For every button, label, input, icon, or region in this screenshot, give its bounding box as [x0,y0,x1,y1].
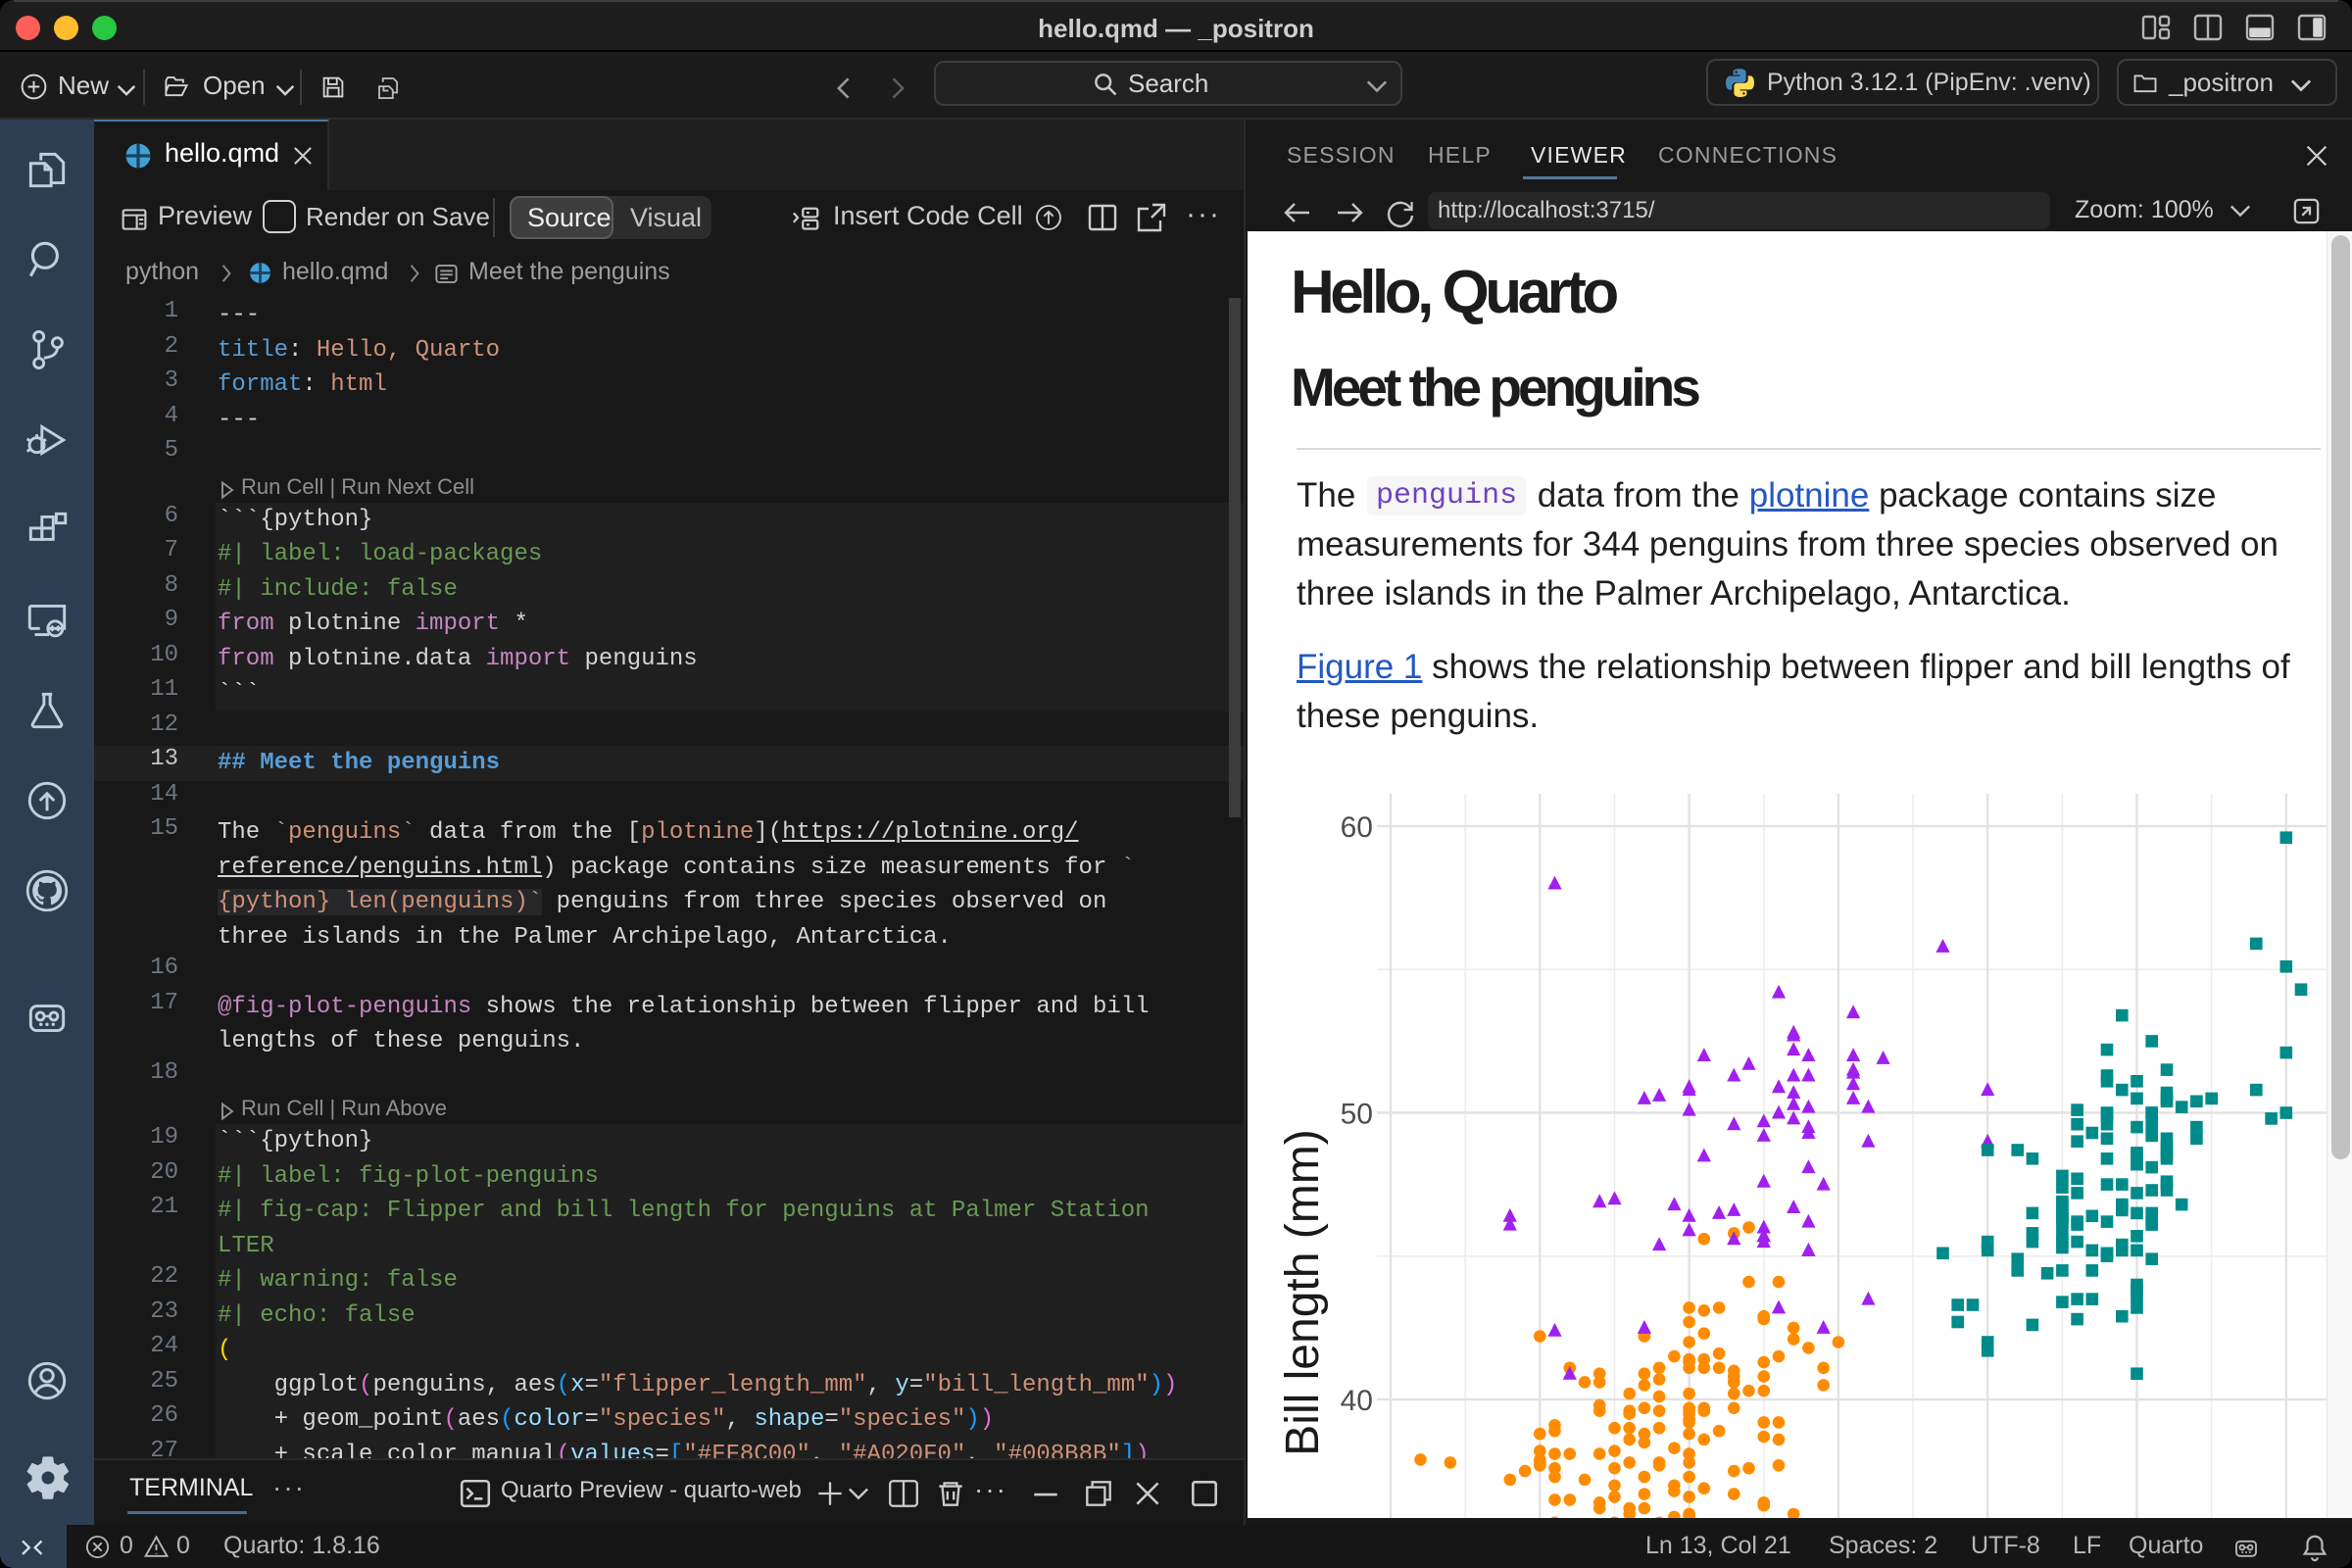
svg-text:50: 50 [1341,1099,1373,1131]
svg-text:40: 40 [1341,1385,1373,1417]
svg-text:60: 60 [1341,811,1373,844]
svg-text:Bill length (mm): Bill length (mm) [1277,1129,1329,1455]
